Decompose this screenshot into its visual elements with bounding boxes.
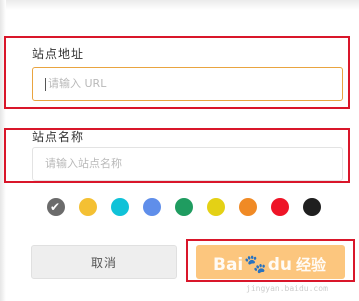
annotation-box-url <box>4 36 350 109</box>
color-swatch-orange[interactable] <box>239 198 257 216</box>
check-icon: ✔ <box>50 200 61 214</box>
add-site-dialog: 站点地址 请输入 URL 站点名称 请输入站点名称 ✔ 取消 Bai🐾du 经验 … <box>0 0 359 301</box>
cancel-button[interactable]: 取消 <box>31 245 177 279</box>
color-swatch-red[interactable] <box>271 198 289 216</box>
annotation-box-name <box>4 128 350 183</box>
color-swatch-blue[interactable] <box>143 198 161 216</box>
watermark-url: jingyan.baidu.com <box>246 284 328 293</box>
color-swatch-gray[interactable]: ✔ <box>47 198 65 216</box>
color-swatch-cyan[interactable] <box>111 198 129 216</box>
color-picker: ✔ <box>47 198 327 218</box>
color-swatch-yellow[interactable] <box>79 198 97 216</box>
top-shadow <box>0 0 359 10</box>
color-swatch-lime-yellow[interactable] <box>207 198 225 216</box>
annotation-box-confirm <box>186 239 355 282</box>
color-swatch-green[interactable] <box>175 198 193 216</box>
color-swatch-black[interactable] <box>303 198 321 216</box>
